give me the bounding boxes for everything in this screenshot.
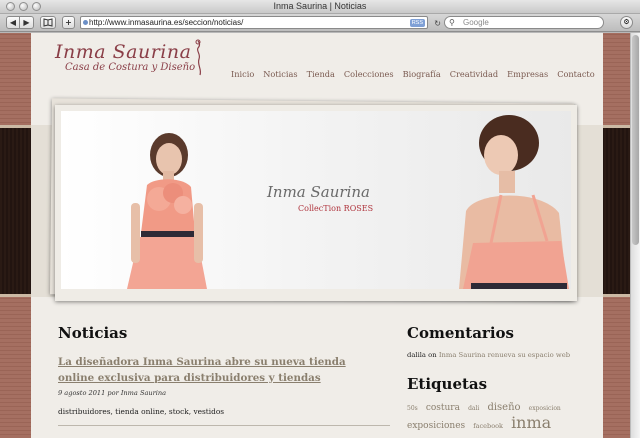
scrollbar-thumb[interactable]	[632, 35, 639, 245]
nav-noticias[interactable]: Noticias	[263, 69, 297, 79]
bookmarks-button[interactable]	[40, 16, 56, 29]
post-meta: 9 agosto 2011 por Inma Saurina	[58, 389, 167, 397]
comment-author: dalila	[407, 351, 426, 359]
post-title-link[interactable]: La diseñadora Inma Saurina abre su nueva…	[58, 354, 368, 386]
recent-comment: dalila on Inma Saurina renueva su espaci…	[407, 351, 570, 359]
left-model-image	[127, 133, 207, 289]
nav-biografia[interactable]: Biografía	[403, 69, 441, 79]
nav-creatividad[interactable]: Creatividad	[450, 69, 498, 79]
add-bookmark-button[interactable]: +	[62, 16, 75, 29]
tag-link[interactable]: dali	[468, 405, 479, 412]
web-page: Inma Saurina Casa de Costura y Diseño In…	[0, 33, 640, 438]
page-scrollbar[interactable]	[630, 33, 640, 438]
comment-post-link[interactable]: Inma Saurina renueva su espacio web	[439, 351, 570, 359]
banner-collection: CollecTion ROSES	[298, 204, 374, 213]
rss-button[interactable]: RSS	[409, 19, 425, 27]
search-icon: ⚲	[449, 18, 455, 27]
browser-toolbar: ◀ ▶ + http://www.inmasaurina.es/seccion/…	[0, 14, 640, 32]
nav-contacto[interactable]: Contacto	[557, 69, 594, 79]
address-bar[interactable]: http://www.inmasaurina.es/seccion/notici…	[80, 16, 441, 29]
tag-link[interactable]: inma	[511, 413, 551, 432]
nav-tienda[interactable]: Tienda	[307, 69, 335, 79]
dress-figure-icon	[195, 39, 202, 76]
tag-link[interactable]: costura	[426, 403, 460, 413]
comment-on: on	[428, 351, 437, 359]
window-titlebar: Inma Saurina | Noticias	[0, 0, 640, 14]
logo-name: Inma Saurina	[55, 41, 192, 63]
nav-empresas[interactable]: Empresas	[507, 69, 548, 79]
search-placeholder: Google	[463, 18, 489, 27]
post-tags: distribuidores, tienda online, stock, ve…	[58, 407, 225, 416]
reload-icon[interactable]: ↻	[434, 18, 441, 29]
tag-link[interactable]: facebook	[473, 422, 503, 430]
tag-cloud: 50s costura dali diseño exposicion expos…	[407, 398, 587, 433]
tag-link[interactable]: exposicion	[529, 405, 561, 412]
nav-inicio[interactable]: Inicio	[231, 69, 254, 79]
news-heading: Noticias	[58, 324, 128, 342]
tag-link[interactable]: exposiciones	[407, 421, 465, 431]
forward-button[interactable]: ▶	[20, 16, 34, 29]
comments-heading: Comentarios	[407, 324, 514, 342]
collection-banner[interactable]: Inma Saurina CollecTion ROSES	[61, 111, 571, 289]
main-nav: Inicio Noticias Tienda Colecciones Biogr…	[231, 69, 604, 79]
tags-heading: Etiquetas	[407, 375, 488, 393]
tag-link[interactable]: diseño	[487, 402, 520, 413]
search-field[interactable]: ⚲ Google	[444, 16, 604, 29]
banner-frame: Inma Saurina CollecTion ROSES	[55, 105, 577, 301]
page-content: Inma Saurina Casa de Costura y Diseño In…	[31, 33, 603, 438]
settings-button[interactable]: ⚙	[620, 16, 633, 29]
banner-title: Inma Saurina	[267, 183, 370, 201]
logo-subtitle: Casa de Costura y Diseño	[65, 62, 196, 73]
tag-link[interactable]: 50s	[407, 405, 418, 412]
post-divider	[58, 425, 390, 426]
nav-colecciones[interactable]: Colecciones	[344, 69, 394, 79]
open-book-icon	[43, 18, 53, 27]
back-button[interactable]: ◀	[6, 16, 20, 29]
site-favicon-icon	[83, 20, 88, 25]
url-text: http://www.inmasaurina.es/seccion/notici…	[89, 18, 244, 27]
right-model-image	[459, 115, 569, 289]
gear-icon: ⚙	[623, 18, 630, 26]
window-title: Inma Saurina | Noticias	[273, 1, 367, 11]
